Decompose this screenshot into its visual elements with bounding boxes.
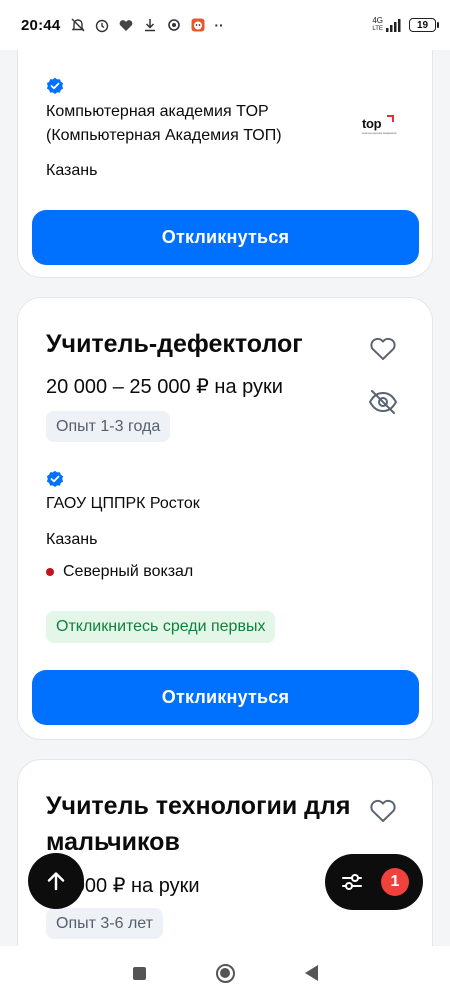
experience-badge: Опыт 3-6 лет <box>46 908 163 939</box>
heart-status-icon <box>120 20 133 31</box>
back-button[interactable] <box>304 965 318 981</box>
bell-off-icon <box>71 18 85 32</box>
hide-vacancy-button[interactable] <box>367 386 399 418</box>
system-nav-bar <box>0 946 450 1000</box>
network-type: 4G <box>372 16 383 25</box>
favorite-button[interactable] <box>367 333 399 365</box>
metro-station-name: Северный вокзал <box>63 563 194 580</box>
vacancy-title[interactable]: Учитель технологии для мальчиков <box>46 788 356 860</box>
verified-badge-icon <box>46 77 64 94</box>
alarm-icon <box>96 19 109 33</box>
vacancy-feed[interactable]: Компьютерная академия TOP (Компьютерная … <box>0 0 450 1000</box>
home-button[interactable] <box>215 963 235 983</box>
recent-apps-button[interactable] <box>132 966 146 980</box>
battery-icon: 19 <box>409 18 439 32</box>
status-time: 20:44 <box>21 16 61 34</box>
vacancy-city: Казань <box>46 531 98 548</box>
company-name[interactable]: ГАОУ ЦППРК Росток <box>46 492 200 516</box>
metro-station: Северный вокзал <box>46 563 193 581</box>
network-sub: LTE <box>372 26 383 32</box>
apply-button[interactable]: Откликнуться <box>32 210 419 265</box>
experience-badge: Опыт 1-3 года <box>46 411 171 442</box>
filter-sliders-icon <box>342 874 362 890</box>
filter-count-badge: 1 <box>381 868 409 896</box>
network-indicator: 4G LTE <box>372 17 403 33</box>
respond-first-badge: Откликнитесь среди первых <box>46 611 276 643</box>
status-bar: 20:44 ·· 4G LTE 19 <box>0 0 450 50</box>
company-name[interactable]: Компьютерная академия TOP (Компьютерная … <box>46 100 336 148</box>
more-notifications-icon: ·· <box>214 17 224 33</box>
heart-icon <box>370 337 396 360</box>
vacancy-title[interactable]: Учитель-дефектолог <box>46 326 356 362</box>
vacancy-salary: 20 000 – 25 000 ₽ на руки <box>46 376 283 398</box>
filter-button[interactable]: 1 <box>325 854 423 910</box>
signal-icon <box>386 19 401 32</box>
company-logo-subtext: компьютерная академия <box>362 131 397 135</box>
favorite-button[interactable] <box>367 795 399 827</box>
sync-icon <box>168 19 181 31</box>
apply-button[interactable]: Откликнуться <box>32 670 419 725</box>
vacancy-city: Казань <box>46 162 98 179</box>
company-logo-text: top <box>362 116 382 131</box>
heart-icon <box>370 799 396 822</box>
eye-off-icon <box>368 390 398 414</box>
company-logo[interactable]: top компьютерная академия <box>362 115 396 141</box>
metro-line-dot <box>46 568 54 576</box>
logo-mark-icon <box>387 115 394 122</box>
vacancy-card[interactable]: Учитель-дефектолог 20 000 – 25 000 ₽ на … <box>17 297 433 740</box>
arrow-up-icon <box>47 872 65 891</box>
download-icon <box>145 19 156 32</box>
app-notification-icon <box>191 18 205 32</box>
vacancy-card[interactable]: Компьютерная академия TOP (Компьютерная … <box>17 20 433 278</box>
scroll-to-top-button[interactable] <box>28 853 84 909</box>
verified-badge-icon <box>46 470 64 487</box>
status-right: 4G LTE 19 <box>372 17 439 33</box>
notification-icons: ·· <box>70 17 224 33</box>
